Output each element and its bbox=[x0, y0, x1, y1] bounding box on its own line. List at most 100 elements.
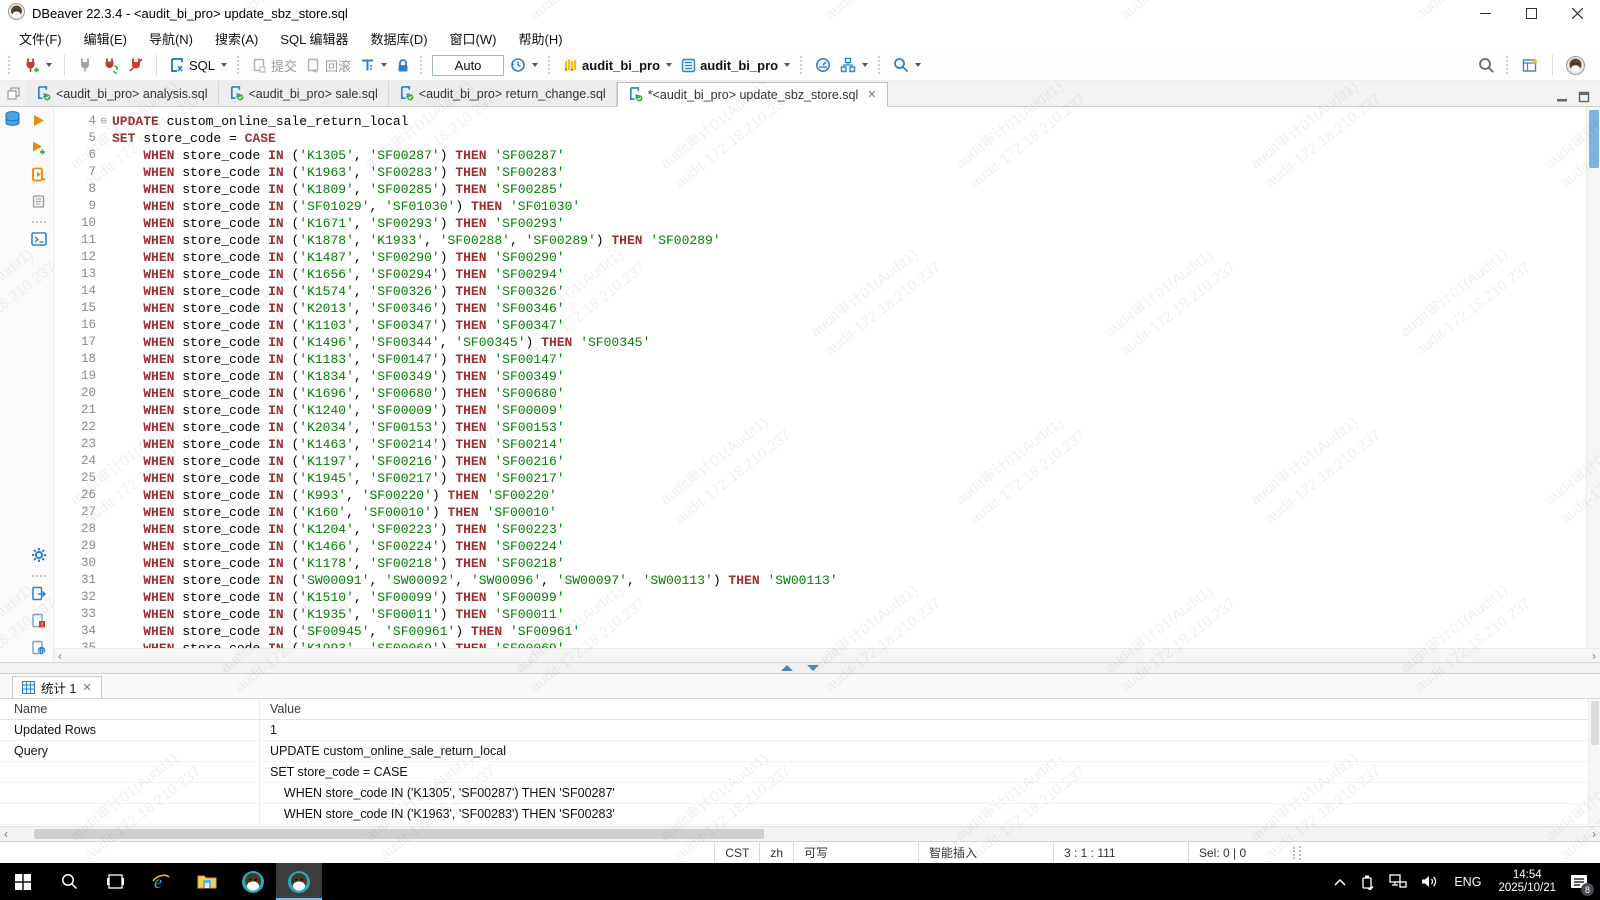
close-tab-icon[interactable]: ✕ bbox=[867, 88, 876, 101]
stats-col-name[interactable]: Name bbox=[0, 699, 260, 719]
open-perspective-button[interactable] bbox=[1519, 54, 1542, 77]
menu-item[interactable]: 导航(N) bbox=[140, 26, 202, 51]
editor-tab[interactable]: <audit_bi_pro> analysis.sql bbox=[26, 81, 219, 106]
code-line: 14 WHEN store_code IN ('K1574', 'SF00326… bbox=[54, 283, 1586, 300]
execute-script-button[interactable] bbox=[31, 167, 46, 185]
input-language-indicator[interactable]: ENG bbox=[1445, 875, 1490, 889]
title-bar: DBeaver 22.3.4 - <audit_bi_pro> update_s… bbox=[0, 0, 1600, 26]
action-center-button[interactable]: 8 bbox=[1564, 863, 1600, 900]
start-button[interactable] bbox=[0, 863, 46, 900]
volume-tray-icon[interactable] bbox=[1414, 863, 1445, 900]
file-explorer-icon[interactable] bbox=[184, 863, 230, 900]
internet-explorer-icon[interactable]: e bbox=[138, 863, 184, 900]
settings-gear-icon[interactable] bbox=[31, 547, 47, 566]
line-number: 7 bbox=[54, 164, 100, 181]
editor-horizontal-scrollbar[interactable]: ‹› bbox=[54, 648, 1600, 662]
autocommit-select[interactable]: Auto bbox=[432, 55, 504, 76]
sql-editor-button[interactable]: SQL bbox=[166, 54, 230, 76]
rollback-button[interactable]: 回滚 bbox=[303, 53, 354, 78]
database-navigator-icon[interactable] bbox=[4, 111, 21, 130]
menu-item[interactable]: 窗口(W) bbox=[441, 26, 506, 51]
transaction-history-button[interactable] bbox=[507, 54, 541, 76]
editor-tab[interactable]: <audit_bi_pro> return_change.sql bbox=[389, 81, 617, 106]
menu-item[interactable]: 搜索(A) bbox=[206, 26, 267, 51]
code-line: 35 WHEN store_code IN ('K1993', 'SF00069… bbox=[54, 640, 1586, 648]
restore-panel-icon[interactable] bbox=[0, 81, 26, 106]
menu-item[interactable]: 数据库(D) bbox=[362, 26, 437, 51]
connect-button[interactable] bbox=[20, 54, 55, 77]
transaction-log-button[interactable] bbox=[357, 55, 390, 76]
taskbar-clock[interactable]: 14:54 2025/10/21 bbox=[1490, 869, 1564, 895]
taskbar-search-button[interactable] bbox=[46, 863, 92, 900]
sql-editor[interactable]: 4⊖UPDATE custom_online_sale_return_local… bbox=[54, 107, 1600, 662]
commit-label: 提交 bbox=[271, 56, 297, 75]
query-log-icon[interactable]: (i) bbox=[31, 640, 46, 658]
stats-tab[interactable]: 统计 1 ✕ bbox=[12, 676, 102, 699]
stats-row[interactable]: WHEN store_code IN ('K1305', 'SF00287') … bbox=[0, 783, 1600, 804]
code-line: 22 WHEN store_code IN ('K2034', 'SF00153… bbox=[54, 419, 1586, 436]
export-result-icon[interactable] bbox=[31, 586, 46, 604]
results-horizontal-scrollbar[interactable]: ‹› bbox=[0, 826, 1600, 841]
code-line: 12 WHEN store_code IN ('K1487', 'SF00290… bbox=[54, 249, 1586, 266]
line-number: 23 bbox=[54, 436, 100, 453]
execution-plan-button[interactable] bbox=[837, 54, 871, 76]
task-view-button[interactable] bbox=[92, 863, 138, 900]
disconnect-all-button[interactable] bbox=[125, 54, 147, 76]
minimized-navigator-strip bbox=[0, 107, 24, 662]
stats-row[interactable]: Updated Rows1 bbox=[0, 720, 1600, 741]
code-line: 16 WHEN store_code IN ('K1103', 'SF00347… bbox=[54, 317, 1586, 334]
line-number: 14 bbox=[54, 283, 100, 300]
connection-selector[interactable]: audit_bi_pro bbox=[560, 55, 675, 76]
line-number: 20 bbox=[54, 385, 100, 402]
execute-statement-button[interactable] bbox=[31, 113, 46, 131]
stats-row[interactable]: QueryUPDATE custom_online_sale_return_lo… bbox=[0, 741, 1600, 762]
minimize-editor-area-icon[interactable] bbox=[1556, 91, 1568, 106]
maximize-window-button[interactable] bbox=[1508, 0, 1554, 26]
results-vertical-scrollbar[interactable] bbox=[1588, 699, 1600, 826]
editor-results-sash[interactable] bbox=[0, 662, 1600, 674]
search-database-button[interactable] bbox=[890, 54, 924, 76]
stats-table[interactable]: NameValue Updated Rows1QueryUPDATE custo… bbox=[0, 698, 1600, 826]
code-area[interactable]: 4⊖UPDATE custom_online_sale_return_local… bbox=[54, 107, 1586, 648]
disconnect-button[interactable] bbox=[74, 54, 96, 76]
close-window-button[interactable] bbox=[1554, 0, 1600, 26]
menu-bar: 文件(F)编辑(E)导航(N)搜索(A)SQL 编辑器数据库(D)窗口(W)帮助… bbox=[0, 26, 1600, 50]
menu-item[interactable]: 帮助(H) bbox=[509, 26, 571, 51]
sql-file-icon bbox=[628, 87, 643, 102]
dbeaver-taskbar-icon-active[interactable] bbox=[276, 863, 322, 900]
close-stats-tab-icon[interactable]: ✕ bbox=[82, 681, 91, 694]
minimize-window-button[interactable] bbox=[1462, 0, 1508, 26]
commit-button[interactable]: 提交 bbox=[249, 53, 300, 78]
maximize-editor-area-icon[interactable] bbox=[1578, 91, 1590, 106]
usb-tray-icon[interactable] bbox=[1353, 863, 1382, 900]
code-line: 26 WHEN store_code IN ('K993', 'SF00220'… bbox=[54, 487, 1586, 504]
notification-badge: 8 bbox=[1581, 883, 1594, 896]
lock-icon[interactable] bbox=[393, 55, 413, 76]
reconnect-button[interactable] bbox=[99, 54, 122, 77]
editor-vertical-scrollbar[interactable] bbox=[1586, 107, 1600, 648]
stats-row[interactable]: SET store_code = CASE bbox=[0, 762, 1600, 783]
schema-selector[interactable]: audit_bi_pro bbox=[678, 55, 793, 76]
dashboard-button[interactable] bbox=[812, 54, 834, 76]
minimize-results-handle[interactable] bbox=[807, 665, 819, 671]
explain-plan-button[interactable] bbox=[31, 194, 46, 212]
dbeaver-perspective-avatar[interactable] bbox=[1563, 53, 1588, 78]
tray-chevron-icon[interactable] bbox=[1327, 863, 1353, 900]
output-log-icon[interactable]: ! bbox=[31, 613, 46, 631]
stats-row[interactable]: WHEN store_code IN ('K1963', 'SF00283') … bbox=[0, 804, 1600, 825]
stats-col-value[interactable]: Value bbox=[260, 702, 1600, 716]
editor-tab[interactable]: <audit_bi_pro> sale.sql bbox=[219, 81, 389, 106]
editor-tab[interactable]: *<audit_bi_pro> update_sbz_store.sql✕ bbox=[617, 82, 888, 107]
dbeaver-taskbar-icon[interactable] bbox=[230, 863, 276, 900]
fold-marker-icon[interactable]: ⊖ bbox=[100, 114, 107, 131]
line-number: 32 bbox=[54, 589, 100, 606]
execute-in-new-tab-button[interactable] bbox=[31, 140, 46, 158]
network-tray-icon[interactable] bbox=[1382, 863, 1414, 900]
quick-access-search-icon[interactable] bbox=[1475, 54, 1498, 77]
menu-item[interactable]: 编辑(E) bbox=[75, 26, 136, 51]
menu-item[interactable]: SQL 编辑器 bbox=[271, 26, 357, 51]
maximize-results-handle[interactable] bbox=[781, 665, 793, 671]
menu-item[interactable]: 文件(F) bbox=[10, 26, 71, 51]
open-terminal-icon[interactable] bbox=[31, 232, 47, 249]
code-line: 21 WHEN store_code IN ('K1240', 'SF00009… bbox=[54, 402, 1586, 419]
